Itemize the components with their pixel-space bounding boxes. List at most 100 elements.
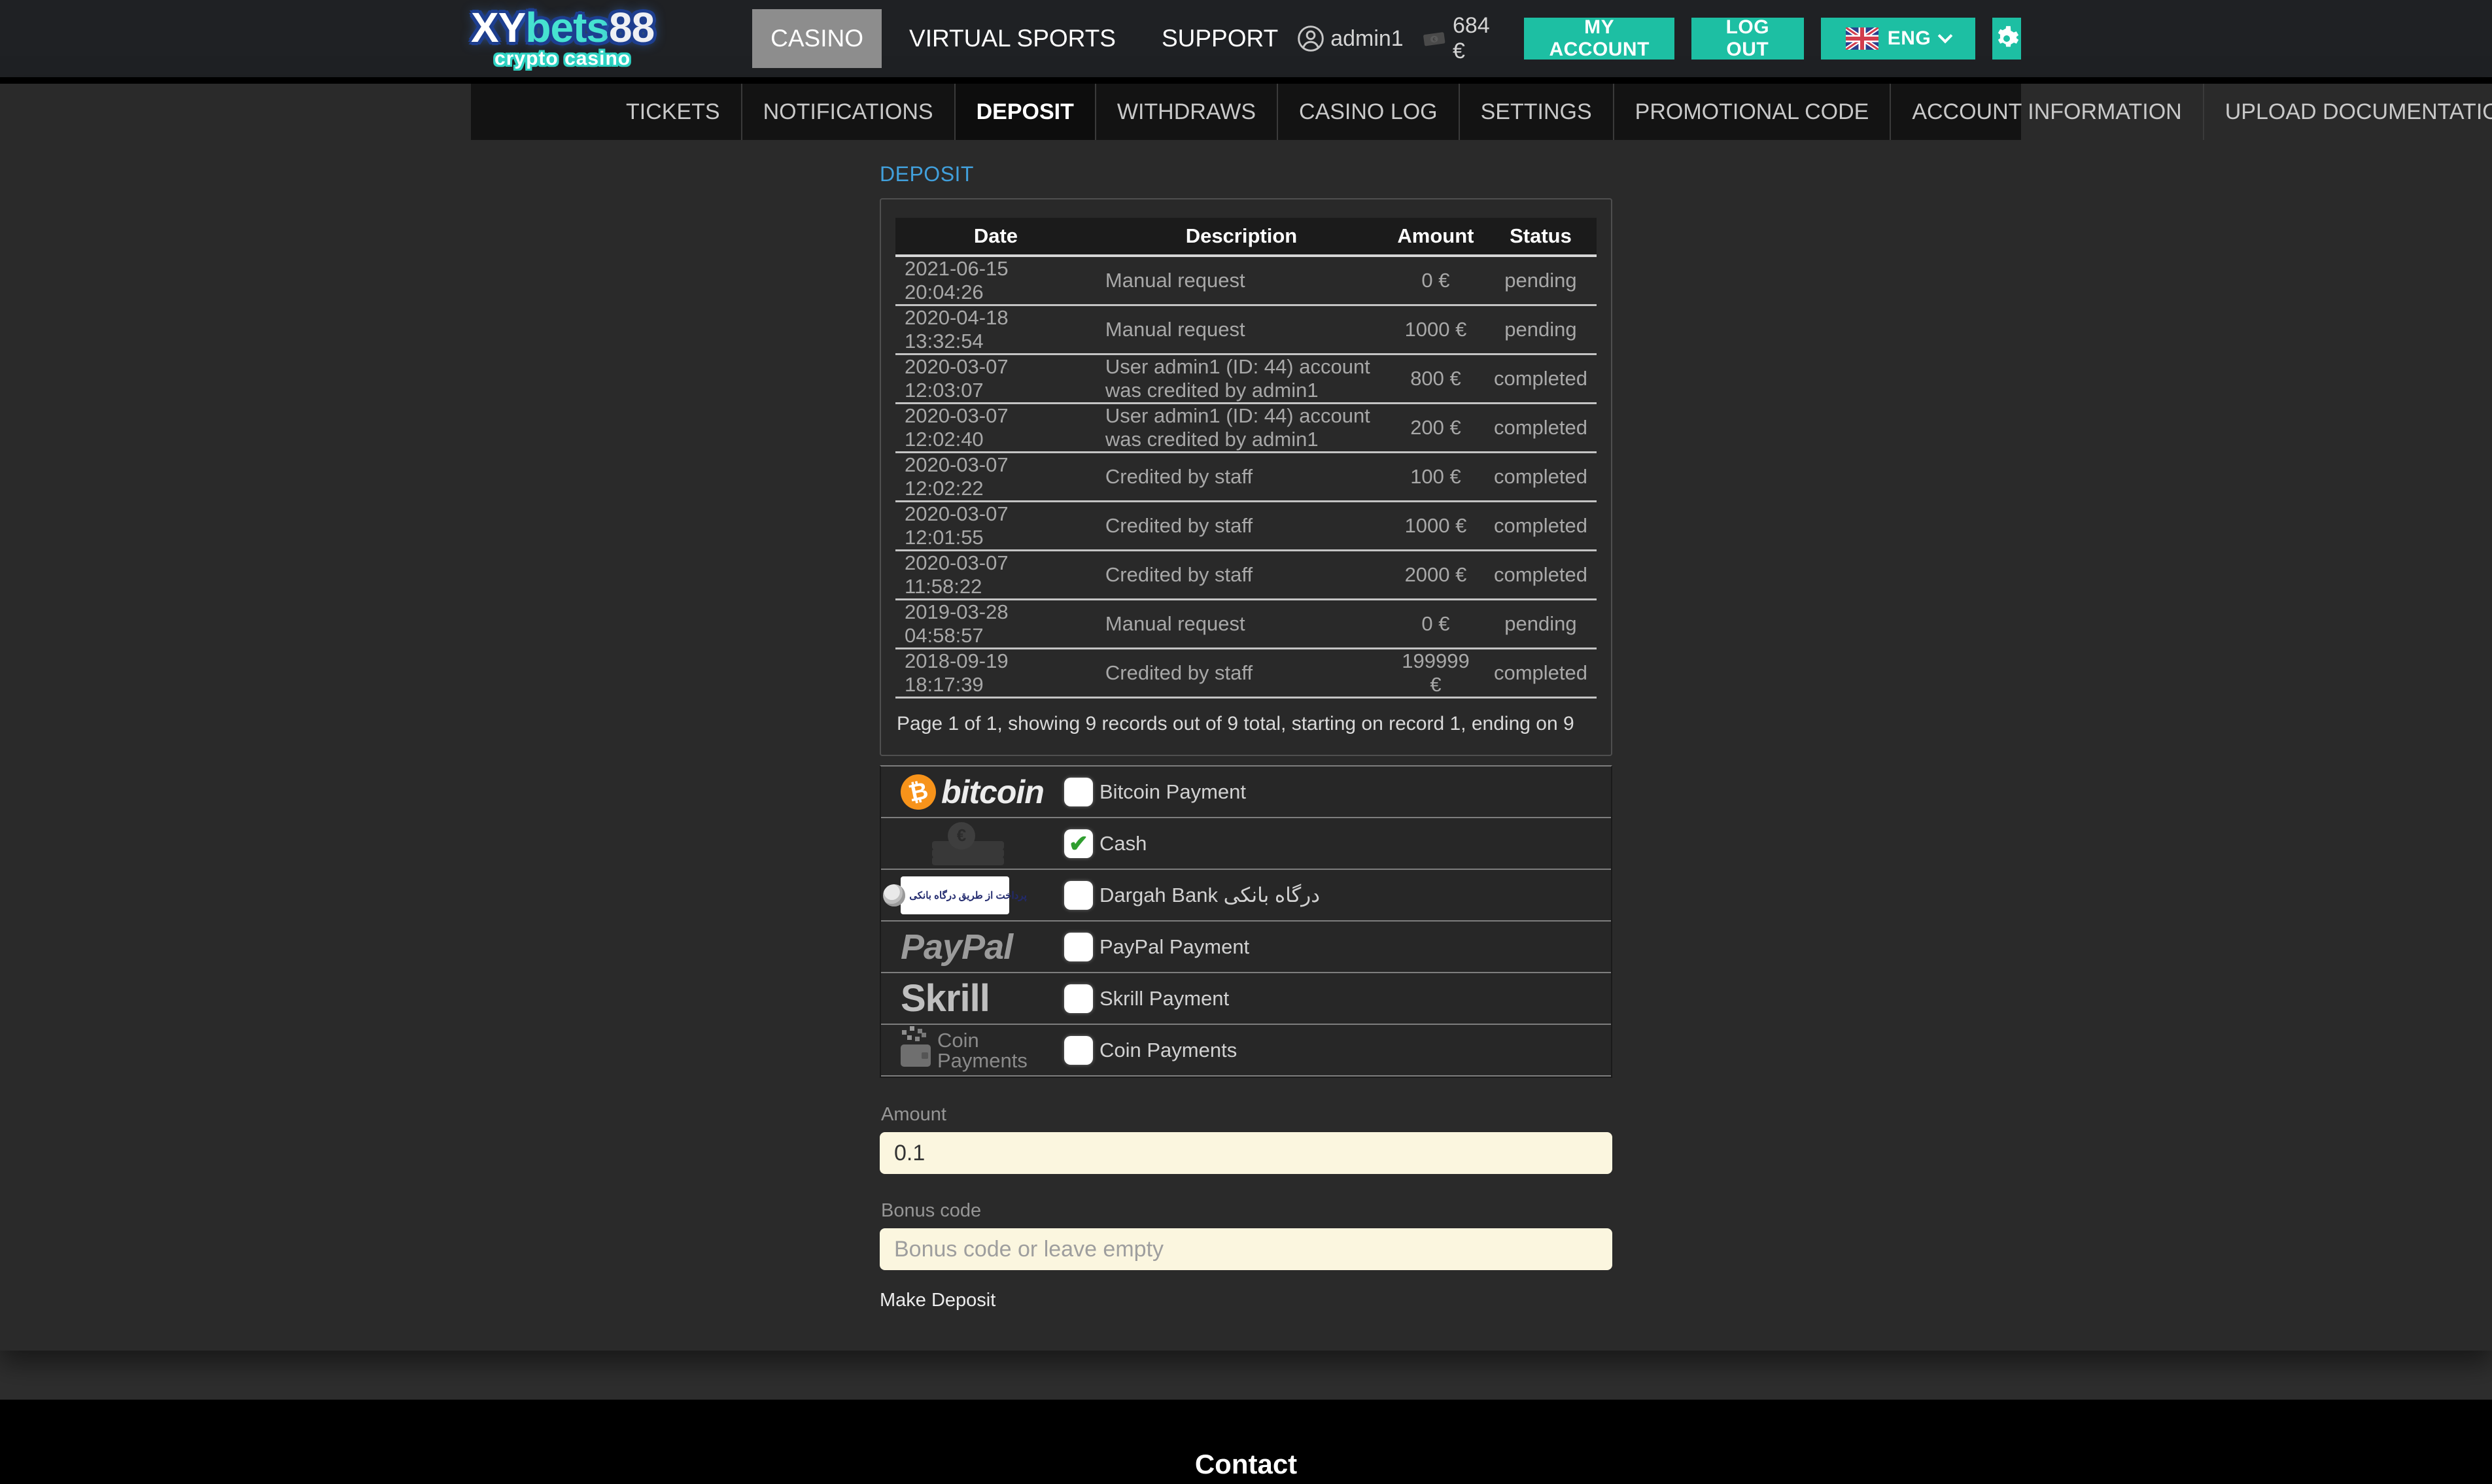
cell-status: completed: [1485, 649, 1597, 698]
user-icon: [1296, 24, 1325, 53]
cell-desc: User admin1 (ID: 44) account was credite…: [1096, 354, 1387, 404]
my-account-button[interactable]: MY ACCOUNT: [1524, 18, 1674, 60]
paypal-label[interactable]: PayPal Payment: [1099, 935, 1249, 959]
main-nav-support[interactable]: SUPPORT: [1143, 9, 1296, 68]
account-nav-settings[interactable]: SETTINGS: [1460, 84, 1614, 140]
cell-date: 2020-03-07 12:03:07: [895, 354, 1096, 404]
cash-checkbox[interactable]: ✔: [1064, 829, 1093, 858]
cell-desc: Manual request: [1096, 600, 1387, 649]
account-nav: TICKETSNOTIFICATIONSDEPOSITWITHDRAWSCASI…: [471, 84, 2021, 140]
account-nav-account-information[interactable]: ACCOUNT INFORMATION: [1891, 84, 2204, 140]
make-deposit-button[interactable]: Make Deposit: [880, 1290, 995, 1311]
bitcoin-logo: ₿bitcoin: [901, 773, 1064, 811]
cell-date: 2019-03-28 04:58:57: [895, 600, 1096, 649]
cash-label[interactable]: Cash: [1099, 832, 1147, 855]
coinpayments-label[interactable]: Coin Payments: [1099, 1039, 1237, 1062]
column-header-status: Status: [1485, 218, 1597, 256]
table-row: 2020-03-07 12:02:22Credited by staff100 …: [895, 453, 1597, 502]
paypal-checkbox[interactable]: [1064, 933, 1093, 961]
balance-value: 684 €: [1453, 13, 1497, 64]
payment-row-bitcoin: ₿bitcoin Bitcoin Payment: [881, 767, 1611, 818]
payment-row-dargah-bank: پرداخت از طریق درگاه بانکی Dargah Bank در…: [881, 870, 1611, 922]
skrill-logo: Skrill: [901, 976, 1064, 1020]
language-selector[interactable]: ENG: [1821, 18, 1976, 60]
account-nav-promotional-code[interactable]: PROMOTIONAL CODE: [1614, 84, 1892, 140]
footer-gap: [0, 1351, 2492, 1400]
amount-input[interactable]: [880, 1132, 1612, 1174]
skrill-checkbox[interactable]: [1064, 984, 1093, 1013]
paypal-wordmark: PayPal: [901, 927, 1012, 967]
bitcoin-coin-icon: ₿: [897, 770, 939, 812]
gear-icon: [1994, 26, 2020, 52]
bitcoin-checkbox[interactable]: [1064, 778, 1093, 806]
settings-gear-button[interactable]: [1992, 18, 2021, 60]
cell-status: pending: [1485, 600, 1597, 649]
cell-date: 2021-06-15 20:04:26: [895, 256, 1096, 305]
bonus-code-input[interactable]: [880, 1228, 1612, 1270]
dargah-art-icon: [883, 884, 905, 906]
cell-status: completed: [1485, 404, 1597, 453]
cell-date: 2020-03-07 11:58:22: [895, 551, 1096, 600]
language-label: ENG: [1888, 27, 1931, 50]
logo-wordmark: XYbets88: [471, 7, 654, 48]
username: admin1: [1330, 26, 1404, 52]
site-logo[interactable]: XYbets88 crypto casino: [471, 7, 654, 70]
coinpayments-checkbox[interactable]: [1064, 1036, 1093, 1065]
deposit-history-table: DateDescriptionAmountStatus 2021-06-15 2…: [895, 218, 1597, 699]
cell-amount: 100 €: [1387, 453, 1485, 502]
table-row: 2020-03-07 12:02:40User admin1 (ID: 44) …: [895, 404, 1597, 453]
cell-desc: Credited by staff: [1096, 502, 1387, 551]
pagination-summary: Page 1 of 1, showing 9 records out of 9 …: [895, 713, 1597, 735]
cell-amount: 1000 €: [1387, 502, 1485, 551]
cell-status: pending: [1485, 256, 1597, 305]
payment-row-skrill: Skrill Skrill Payment: [881, 973, 1611, 1025]
main-nav-virtual-sports[interactable]: VIRTUAL SPORTS: [891, 9, 1134, 68]
cell-amount: 0 €: [1387, 600, 1485, 649]
cell-date: 2020-03-07 12:02:22: [895, 453, 1096, 502]
account-nav-upload-documentation[interactable]: UPLOAD DOCUMENTATION: [2204, 84, 2492, 140]
account-nav-deposit[interactable]: DEPOSIT: [956, 84, 1096, 140]
cell-status: completed: [1485, 502, 1597, 551]
main-nav: CASINOVIRTUAL SPORTSSUPPORT: [752, 9, 1296, 68]
cash-icon: €: [927, 822, 1012, 865]
amount-label: Amount: [881, 1104, 1612, 1126]
main-nav-casino[interactable]: CASINO: [752, 9, 882, 68]
cell-desc: Credited by staff: [1096, 551, 1387, 600]
skrill-wordmark: Skrill: [901, 976, 990, 1020]
top-header: XYbets88 crypto casino CASINOVIRTUAL SPO…: [0, 0, 2492, 84]
cash-logo: €: [901, 822, 1064, 865]
cell-desc: Manual request: [1096, 256, 1387, 305]
logo-tagline: crypto casino: [494, 48, 631, 70]
payment-row-coinpayments: CoinPayments Coin Payments: [881, 1025, 1611, 1077]
bitcoin-label[interactable]: Bitcoin Payment: [1099, 780, 1246, 804]
cell-amount: 2000 €: [1387, 551, 1485, 600]
cell-status: completed: [1485, 453, 1597, 502]
cell-date: 2020-04-18 13:32:54: [895, 305, 1096, 354]
cell-amount: 0 €: [1387, 256, 1485, 305]
dargah-bank-label[interactable]: Dargah Bank درگاه بانکی: [1099, 884, 1320, 907]
chevron-down-icon: [1938, 29, 1953, 44]
cell-date: 2020-03-07 12:01:55: [895, 502, 1096, 551]
dargah-bank-logo: پرداخت از طریق درگاه بانکی: [901, 876, 1009, 914]
cell-date: 2018-09-19 18:17:39: [895, 649, 1096, 698]
cell-desc: Credited by staff: [1096, 649, 1387, 698]
skrill-label[interactable]: Skrill Payment: [1099, 987, 1229, 1010]
column-header-date: Date: [895, 218, 1096, 256]
cell-amount: 199999 €: [1387, 649, 1485, 698]
cell-amount: 800 €: [1387, 354, 1485, 404]
account-nav-tickets[interactable]: TICKETS: [605, 84, 742, 140]
account-nav-withdraws[interactable]: WITHDRAWS: [1096, 84, 1278, 140]
cell-amount: 1000 €: [1387, 305, 1485, 354]
table-row: 2020-03-07 12:03:07User admin1 (ID: 44) …: [895, 354, 1597, 404]
payment-row-cash: € ✔ Cash: [881, 818, 1611, 870]
coinpayments-logo: CoinPayments: [901, 1030, 1064, 1071]
main-content-area: TICKETSNOTIFICATIONSDEPOSITWITHDRAWSCASI…: [0, 84, 2492, 1351]
cell-status: completed: [1485, 354, 1597, 404]
log-out-button[interactable]: LOG OUT: [1691, 18, 1804, 60]
dargah-bank-checkbox[interactable]: [1064, 881, 1093, 910]
table-row: 2020-03-07 11:58:22Credited by staff2000…: [895, 551, 1597, 600]
account-nav-casino-log[interactable]: CASINO LOG: [1278, 84, 1460, 140]
bitcoin-wordmark: bitcoin: [941, 773, 1044, 811]
account-nav-notifications[interactable]: NOTIFICATIONS: [742, 84, 956, 140]
cell-desc: Credited by staff: [1096, 453, 1387, 502]
